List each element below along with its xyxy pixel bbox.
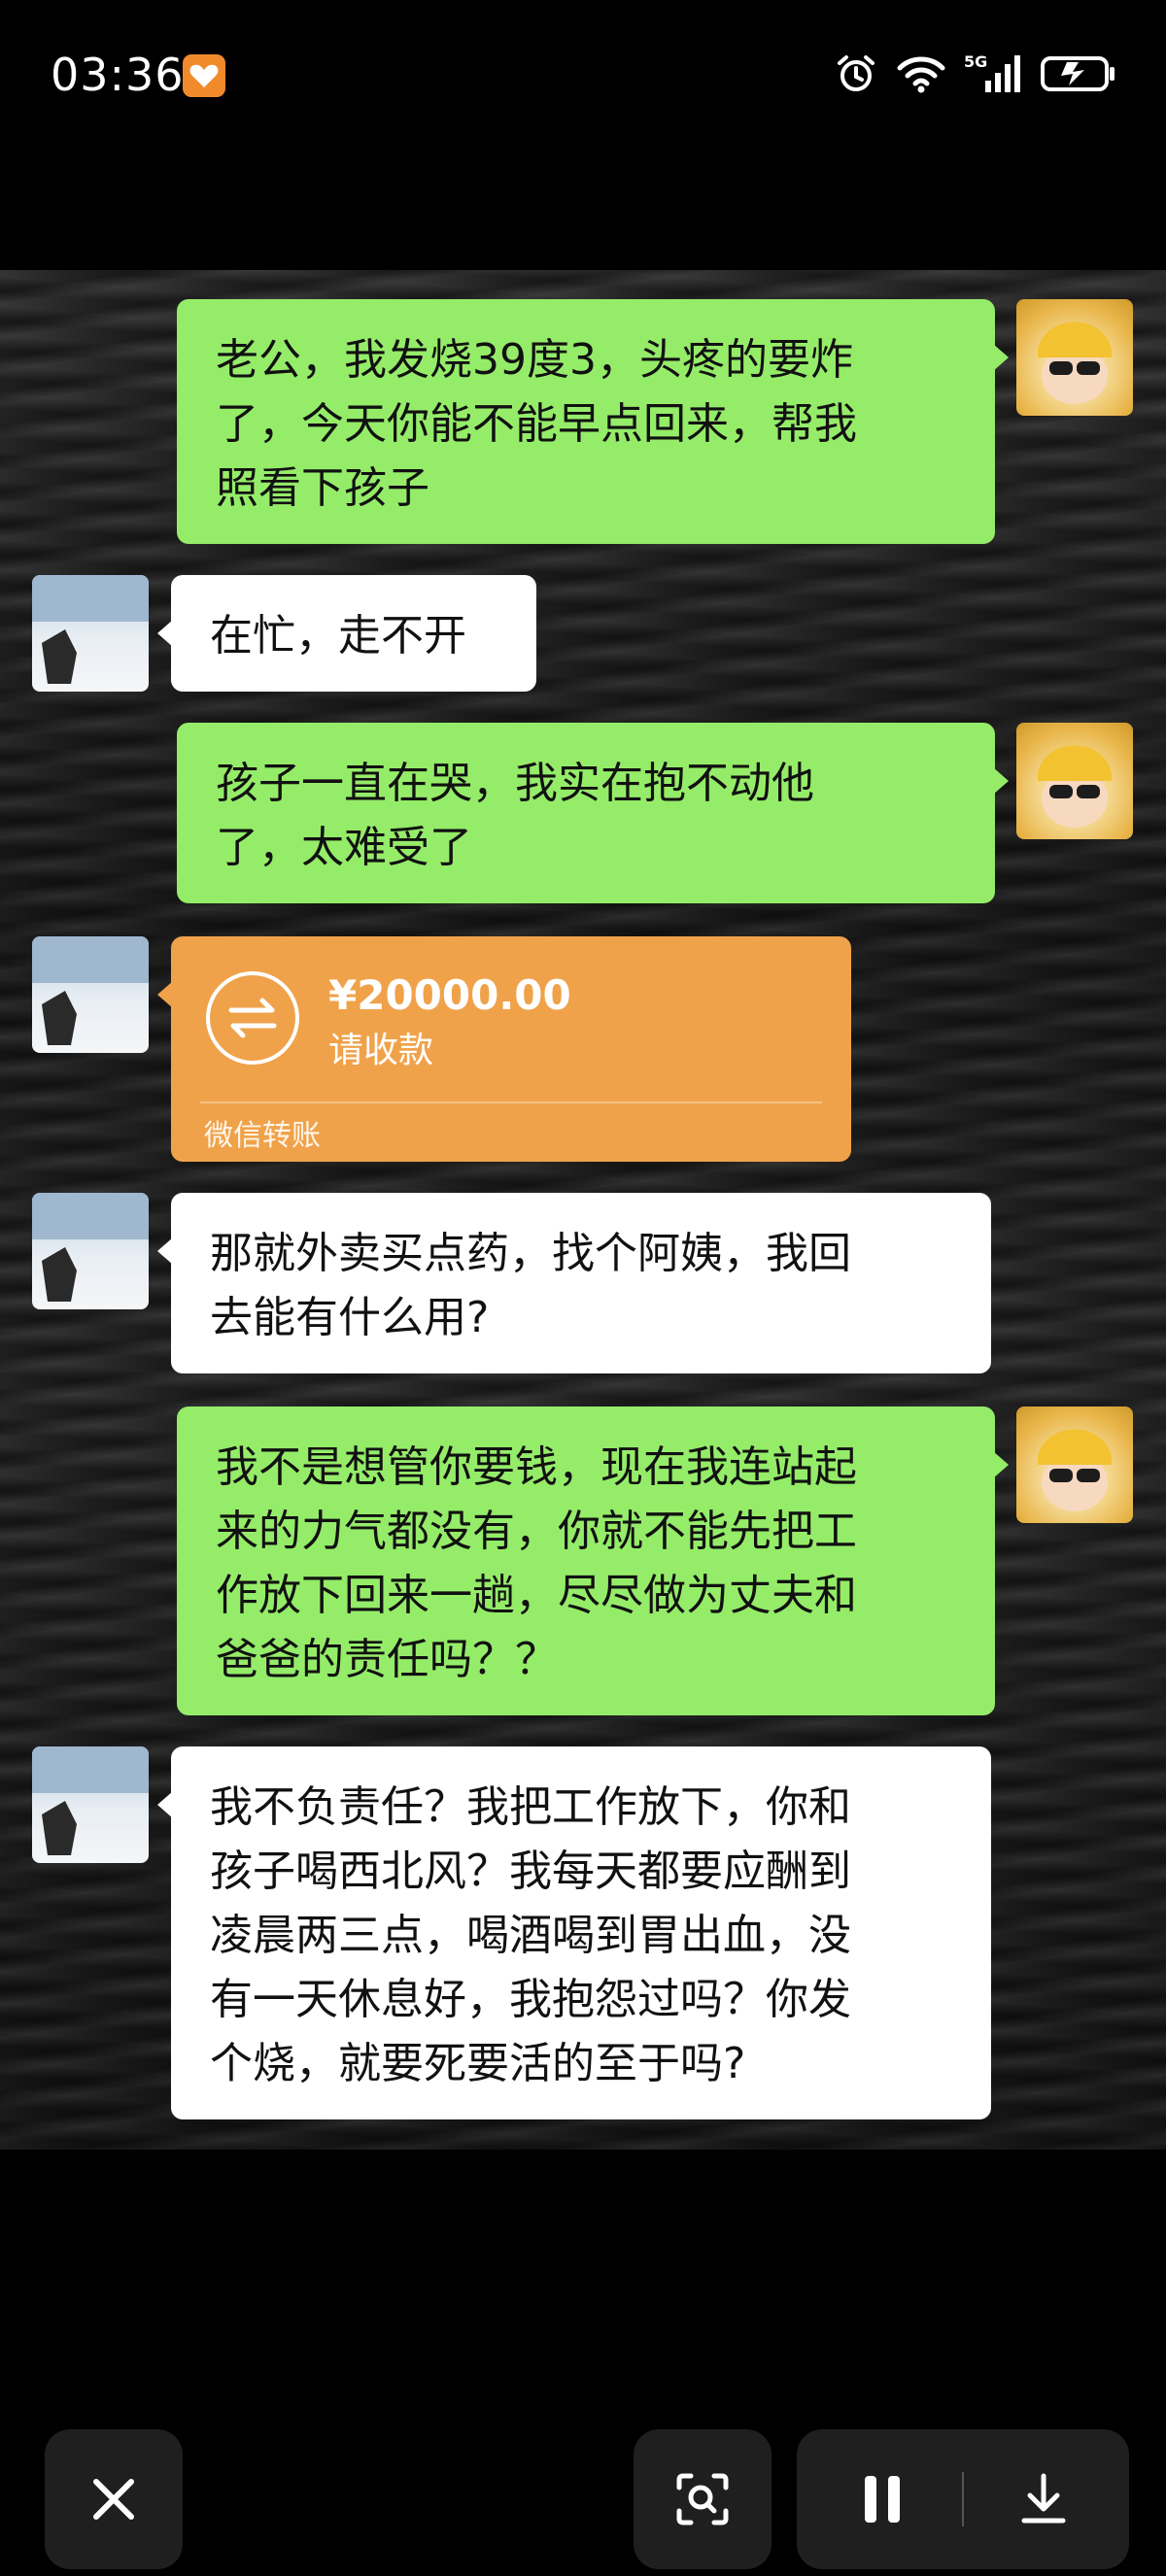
close-button[interactable]: [45, 2429, 183, 2569]
message-bubble-other[interactable]: 在忙，走不开: [157, 575, 536, 692]
scan-search-button[interactable]: [634, 2429, 772, 2569]
status-time: 03:36: [51, 49, 185, 101]
screen-recording-controls: [0, 2409, 1166, 2576]
battery-charging-icon: [1041, 56, 1115, 91]
close-icon: [93, 2479, 134, 2520]
playback-controls: [797, 2429, 1129, 2569]
message-bubble-other[interactable]: 我不负责任？我把工作放下，你和 孩子喝西北风？我每天都要应酬到 凌晨两三点，喝酒…: [157, 1746, 991, 2119]
transfer-status: 请收款: [328, 1031, 434, 1070]
my-avatar[interactable]: [1016, 1407, 1133, 1523]
transfer-amount: ¥20000.00: [328, 971, 571, 1019]
contact-avatar[interactable]: [32, 936, 149, 1053]
download-icon: [1021, 2473, 1066, 2524]
message-bubble-me[interactable]: 孩子一直在哭，我实在抱不动他 了，太难受了: [177, 723, 1009, 903]
wechat-transfer-card[interactable]: ¥20000.00 请收款 微信转账: [157, 936, 851, 1162]
message-bubble-other[interactable]: 那就外卖买点药，找个阿姨，我回 去能有什么用?: [157, 1193, 991, 1373]
my-avatar[interactable]: [1016, 299, 1133, 416]
wifi-icon: [897, 56, 945, 93]
cellular-signal-icon: 5G: [964, 52, 1020, 92]
scan-search-icon: [676, 2473, 729, 2525]
status-bar: 03:36 5G: [0, 0, 1166, 146]
download-button[interactable]: [964, 2429, 1129, 2569]
network-type-label: 5G: [964, 52, 987, 71]
chat-screenshot-area: 老公，我发烧39度3，头疼的要炸 了，今天你能不能早点回来，帮我 照看下孩子 在…: [0, 270, 1166, 2150]
message-bubble-me[interactable]: 我不是想管你要钱，现在我连站起 来的力气都没有，你就不能先把工 作放下回来一趟，…: [177, 1407, 1009, 1715]
message-bubble-me[interactable]: 老公，我发烧39度3，头疼的要炸 了，今天你能不能早点回来，帮我 照看下孩子: [177, 299, 1009, 544]
contact-avatar[interactable]: [32, 1746, 149, 1863]
app-notification-heart-icon: [183, 54, 225, 97]
pause-icon: [865, 2476, 900, 2523]
transfer-footer-label: 微信转账: [204, 1119, 321, 1153]
status-icons: 5G: [834, 51, 1117, 97]
my-avatar[interactable]: [1016, 723, 1133, 839]
divider: [200, 1102, 822, 1103]
pause-button[interactable]: [797, 2429, 963, 2569]
transfer-arrows-icon: [206, 971, 299, 1065]
contact-avatar[interactable]: [32, 575, 149, 692]
contact-avatar[interactable]: [32, 1193, 149, 1309]
alarm-icon: [838, 55, 874, 91]
